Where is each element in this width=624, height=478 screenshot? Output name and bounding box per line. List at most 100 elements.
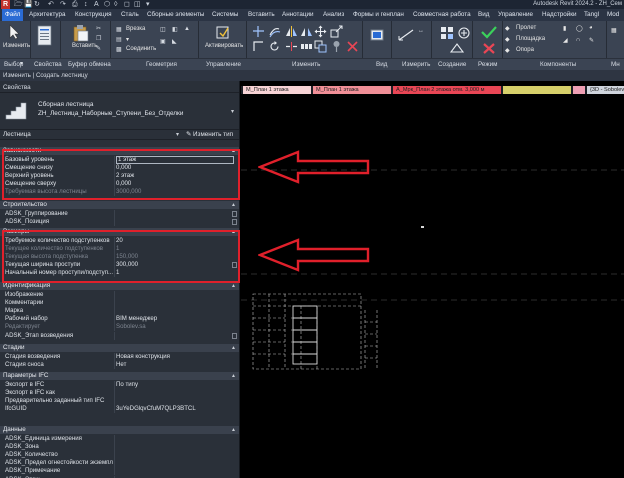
tab-precast[interactable]: Сборные элементы xyxy=(147,9,204,21)
property-value[interactable]: Нет xyxy=(116,361,234,369)
view-tab-yellow[interactable] xyxy=(503,86,571,94)
landing-button[interactable]: Площадка xyxy=(516,36,545,42)
view-icon[interactable] xyxy=(370,28,384,42)
split-icon[interactable] xyxy=(285,40,298,53)
offset-icon[interactable] xyxy=(268,25,281,38)
property-section-header[interactable]: Идентификация xyxy=(0,282,239,290)
collapse-section-icon[interactable]: ▲ xyxy=(231,202,236,208)
tab-analyze[interactable]: Анализ xyxy=(323,9,344,21)
modify-button[interactable]: Изменить xyxy=(3,43,30,49)
instance-filter[interactable]: Лестница xyxy=(3,130,31,140)
edit-value-box[interactable] xyxy=(232,219,237,226)
rotate-icon[interactable] xyxy=(268,40,281,53)
3d-view-icon[interactable]: ⬡ xyxy=(104,0,110,9)
mirror-draw-axis-icon[interactable] xyxy=(300,25,313,38)
undo-icon[interactable]: ↶ xyxy=(48,0,54,9)
property-row[interactable]: Экспорт в IFC По типу xyxy=(0,381,239,389)
split-face-icon[interactable]: ◧ xyxy=(172,26,178,33)
landing-icon[interactable]: ◆ xyxy=(505,36,510,43)
edit-value-box[interactable] xyxy=(232,211,237,217)
create-group-icon[interactable] xyxy=(440,26,454,40)
property-section-header[interactable]: Строительство xyxy=(0,201,239,209)
cope-button[interactable]: Врезка xyxy=(126,26,145,32)
property-value[interactable]: Sobolev.sa xyxy=(116,323,234,331)
view-tab-plan-1[interactable]: М_План 1 этажа xyxy=(243,86,311,94)
sync-icon[interactable]: ↻ xyxy=(34,0,40,9)
array-icon[interactable] xyxy=(300,40,313,53)
collapse-section-icon[interactable]: ▲ xyxy=(231,427,236,433)
property-row[interactable]: ADSK_Количество xyxy=(0,451,239,460)
join-icon[interactable]: ▩ xyxy=(116,46,122,53)
view-tab-pink[interactable] xyxy=(573,86,585,94)
property-section-header[interactable]: Стадии xyxy=(0,344,239,352)
property-row[interactable]: ADSK_Предел огнестойкости экземпл... xyxy=(0,459,239,468)
property-row[interactable]: ADSK_Примечание xyxy=(0,467,239,476)
measure-icon-ribbon[interactable] xyxy=(398,28,414,42)
property-section-header[interactable]: Параметры IFC xyxy=(0,372,239,380)
tab-file[interactable]: Файл xyxy=(2,9,24,21)
mirror-pick-axis-icon[interactable] xyxy=(285,25,298,38)
property-row[interactable]: Редактирует Sobolev.sa xyxy=(0,323,239,332)
property-row[interactable]: IfcGUID 3uYeDGlqvCfuM7QLP3BTCL xyxy=(0,405,239,414)
tab-annotate[interactable]: Аннотации xyxy=(282,9,313,21)
tab-architecture[interactable]: Архитектура xyxy=(29,9,65,21)
property-row[interactable]: Комментарии xyxy=(0,299,239,308)
tab-systems[interactable]: Системы xyxy=(212,9,238,21)
type-selector-dropdown-icon[interactable]: ▾ xyxy=(231,108,234,115)
tab-mod[interactable]: Mod xyxy=(607,9,619,21)
view-tab-plan-1-b[interactable]: М_План 1 этажа xyxy=(313,86,391,94)
annotate-icon[interactable]: A xyxy=(94,0,99,9)
dimension-icon[interactable]: ↔ xyxy=(418,28,424,34)
support-button[interactable]: Опора xyxy=(516,47,534,53)
property-row[interactable]: ADSK_Этап возведения xyxy=(0,331,239,340)
l-shape-winder-icon[interactable]: ◢ xyxy=(563,37,568,44)
property-row[interactable]: ADSK_Группирование xyxy=(0,210,239,218)
property-row[interactable]: ADSK_Единица измерения xyxy=(0,435,239,443)
property-value[interactable]: BIM менеджер xyxy=(116,315,234,323)
redo-icon[interactable]: ↷ xyxy=(60,0,66,9)
properties-icon[interactable] xyxy=(37,25,53,47)
tab-manage[interactable]: Управление xyxy=(498,9,533,21)
run-button[interactable]: Пролет xyxy=(516,25,536,31)
multistory-icon[interactable]: ▦ xyxy=(611,27,617,34)
u-shape-winder-icon[interactable]: ∩ xyxy=(576,37,580,43)
property-row[interactable]: Изображение xyxy=(0,291,239,299)
create-sketch-icon[interactable]: ✎ xyxy=(589,37,594,44)
tab-insert[interactable]: Вставить xyxy=(248,9,275,21)
property-value[interactable]: По типу xyxy=(116,381,234,389)
section-icon[interactable]: ◊ xyxy=(114,0,117,9)
trim-extend-corner-icon[interactable] xyxy=(252,40,265,53)
center-ends-spiral-icon[interactable]: ◕ xyxy=(589,25,593,31)
align-icon[interactable] xyxy=(252,25,265,38)
property-row[interactable]: ADSK_Позиция xyxy=(0,218,239,227)
create-similar-icon[interactable] xyxy=(457,26,471,40)
copy-icon[interactable] xyxy=(314,40,327,53)
select-dropdown-icon[interactable]: ▾ xyxy=(20,60,23,67)
property-row[interactable]: Стадия возведения Новая конструкция xyxy=(0,353,239,361)
edit-value-box[interactable] xyxy=(232,332,237,339)
demolish-icon[interactable]: ▣ xyxy=(160,38,166,45)
measure-icon[interactable]: ↕ xyxy=(84,0,88,9)
pin-icon[interactable] xyxy=(330,40,343,53)
activate-icon[interactable] xyxy=(215,24,231,40)
cancel-edit-mode-icon[interactable] xyxy=(482,42,496,55)
copy-clipboard-icon[interactable]: ❐ xyxy=(96,35,101,42)
cut-dropdown-icon[interactable]: ▾ xyxy=(126,36,129,43)
paste-button[interactable]: Вставить xyxy=(72,43,97,49)
cut-geometry-icon[interactable]: ▤ xyxy=(116,36,122,43)
join-roof-icon[interactable]: ◣ xyxy=(172,38,177,45)
tab-massing[interactable]: Формы и генплан xyxy=(353,9,404,21)
tab-tangl[interactable]: Tangl xyxy=(584,9,599,21)
open-icon[interactable]: 🗁 xyxy=(14,0,23,9)
type-selector[interactable]: Сборная лестница ZH_Лестница_Наборные_Ст… xyxy=(0,94,239,126)
save-icon[interactable]: 💾 xyxy=(24,0,33,9)
tab-structure[interactable]: Конструкция xyxy=(75,9,112,21)
tab-view[interactable]: Вид xyxy=(478,9,489,21)
property-row[interactable]: Экспорт в IFC как xyxy=(0,389,239,398)
view-tab-3d[interactable]: {3D - Sobolev xyxy=(587,86,624,94)
property-row[interactable]: Рабочий набор BIM менеджер xyxy=(0,315,239,324)
view-tab-plan-2[interactable]: А_Мрк_План 2 этажа отм. 3,000 м xyxy=(393,86,501,94)
finish-edit-mode-icon[interactable] xyxy=(481,25,497,39)
cut-clipboard-icon[interactable]: ✂ xyxy=(96,25,101,32)
print-icon[interactable]: ⎙ xyxy=(72,0,78,9)
